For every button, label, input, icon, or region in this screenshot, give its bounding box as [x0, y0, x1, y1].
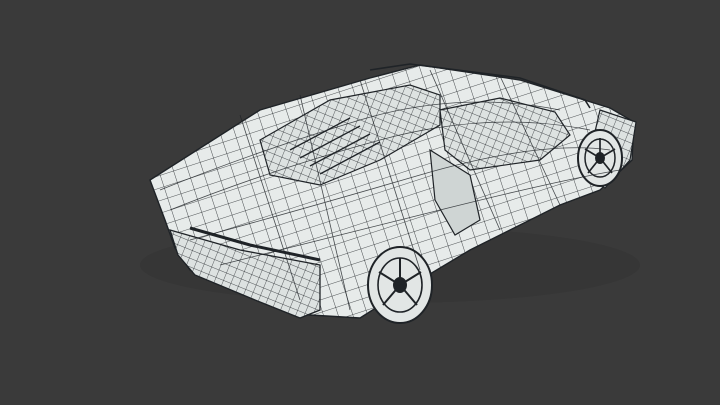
front-wheel: [577, 129, 623, 187]
3d-viewport[interactable]: [0, 0, 720, 405]
wireframe-car-model[interactable]: [0, 0, 720, 405]
rear-wheel: [367, 246, 433, 324]
